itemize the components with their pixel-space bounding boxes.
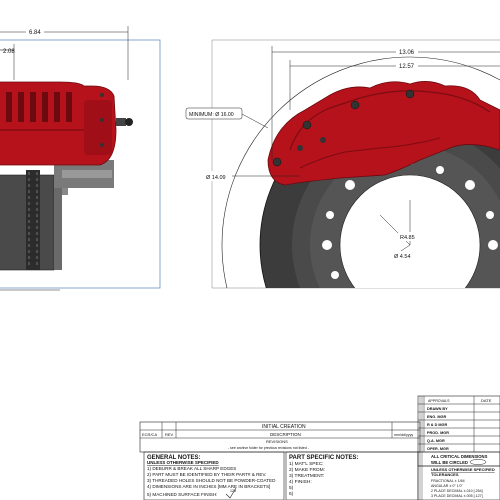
right-view: 13.06 12.57 MINIMUM: Ø 16.00 Ø 14.09 R4.… bbox=[185, 39, 500, 289]
rev-col-ecr: ECR/CA bbox=[142, 432, 157, 437]
tol-3-place: 3 PLACE DECIMAL ±.005 [.127] bbox=[431, 494, 483, 498]
dia-center-label: Ø 4.54 bbox=[394, 254, 411, 260]
rev-note: - see archive folder for previous revisi… bbox=[228, 446, 310, 450]
rev-col-date: mm/dd/yyyy bbox=[394, 433, 413, 437]
dim-inner-label: 12.57 bbox=[399, 64, 415, 70]
role-oper-mgr: OPER. MGR bbox=[427, 447, 449, 451]
rotor-hat bbox=[54, 185, 62, 270]
radius-label: R4.85 bbox=[400, 235, 415, 241]
critical-line-2: WILL BE CIRCLED bbox=[431, 460, 468, 465]
bleeder-screw bbox=[116, 118, 126, 126]
role-rd-mgr: R & D MGR bbox=[427, 423, 448, 427]
dia-left-label: Ø 14.09 bbox=[206, 175, 226, 181]
tol-2-place: 2 PLACE DECIMAL ±.010 [.254] bbox=[431, 489, 483, 493]
role-drawn-by: DRAWN BY bbox=[427, 407, 448, 411]
part-note-6: 6) bbox=[289, 491, 294, 497]
rotor-vanes bbox=[26, 170, 40, 270]
tol-angular: ANGULAR ± 0° 1'0" bbox=[431, 484, 463, 488]
part-notes-title: PART SPECIFIC NOTES: bbox=[289, 455, 359, 461]
role-prod-mgr: PROD. MGR bbox=[427, 431, 449, 435]
general-note-4: 4) DIMENSIONS ARE IN INCHES [MM ARE IN B… bbox=[147, 484, 270, 489]
rev-col-desc: DESCRIPTION bbox=[270, 432, 301, 437]
role-qa-mgr: Q.A. MGR bbox=[427, 439, 445, 443]
critical-line-1: ALL CRITICAL DIMENSIONS bbox=[431, 454, 488, 459]
rev-initial: INITIAL CREATION bbox=[262, 424, 306, 430]
tolerance-block: ALL CRITICAL DIMENSIONS WILL BE CIRCLED … bbox=[417, 451, 500, 500]
part-note-5: 5) bbox=[289, 485, 294, 491]
general-note-5: 5) MACHINED SURFACE FINISH: bbox=[147, 492, 217, 497]
tol-fractional: FRACTIONAL ± 1/64 bbox=[431, 479, 465, 483]
drawing-sheet: 6.84 2.08 13.06 12.57 MINIMUM: Ø 16.00 Ø… bbox=[0, 26, 500, 500]
rev-col-rev: REV bbox=[165, 432, 174, 437]
part-note-3: 3) TREATMENT: bbox=[289, 473, 324, 479]
dim-outer-label: 13.06 bbox=[399, 50, 415, 56]
general-notes-subtitle: UNLESS OTHERWISE SPECIFIED bbox=[147, 460, 219, 465]
approvals-date-header: DATE bbox=[481, 398, 492, 403]
part-note-4: 4) FINISH: bbox=[289, 479, 312, 485]
part-note-2: 2) MAKE FROM: bbox=[289, 467, 325, 473]
role-eng-mgr: ENG. MGR bbox=[427, 415, 446, 419]
general-notes-block: GENERAL NOTES: UNLESS OTHERWISE SPECIFIE… bbox=[143, 451, 285, 500]
approvals-header: APPROVALS bbox=[428, 399, 450, 403]
dim-sub-label: 2.08 bbox=[3, 49, 15, 55]
general-note-1: 1) DEBURR & BREAK ALL SHARP EDGES bbox=[147, 466, 236, 471]
general-note-2: 2) PART MUST BE IDENTIFIED BY THEIR PART… bbox=[147, 472, 266, 477]
critical-circle-icon bbox=[469, 459, 487, 465]
revision-block: INITIAL CREATION ECR/CA REV DESCRIPTION … bbox=[139, 421, 421, 453]
left-view: 6.84 2.08 bbox=[0, 26, 161, 291]
part-notes-block: PART SPECIFIC NOTES: 1) MAT'L SPEC: 2) M… bbox=[285, 451, 419, 500]
general-note-3: 3) THREADED HOLES SHOULD NOT BE POWDER-C… bbox=[147, 478, 276, 483]
tolerances-subtitle: TOLERANCES bbox=[431, 472, 459, 477]
caliper-end-cap bbox=[84, 100, 112, 155]
min-diameter-label: MINIMUM: Ø 16.00 bbox=[189, 112, 234, 118]
part-note-1: 1) MAT'L SPEC: bbox=[289, 461, 324, 467]
rev-title: REVISIONS bbox=[266, 439, 288, 444]
dim-top-label: 6.84 bbox=[29, 30, 41, 36]
